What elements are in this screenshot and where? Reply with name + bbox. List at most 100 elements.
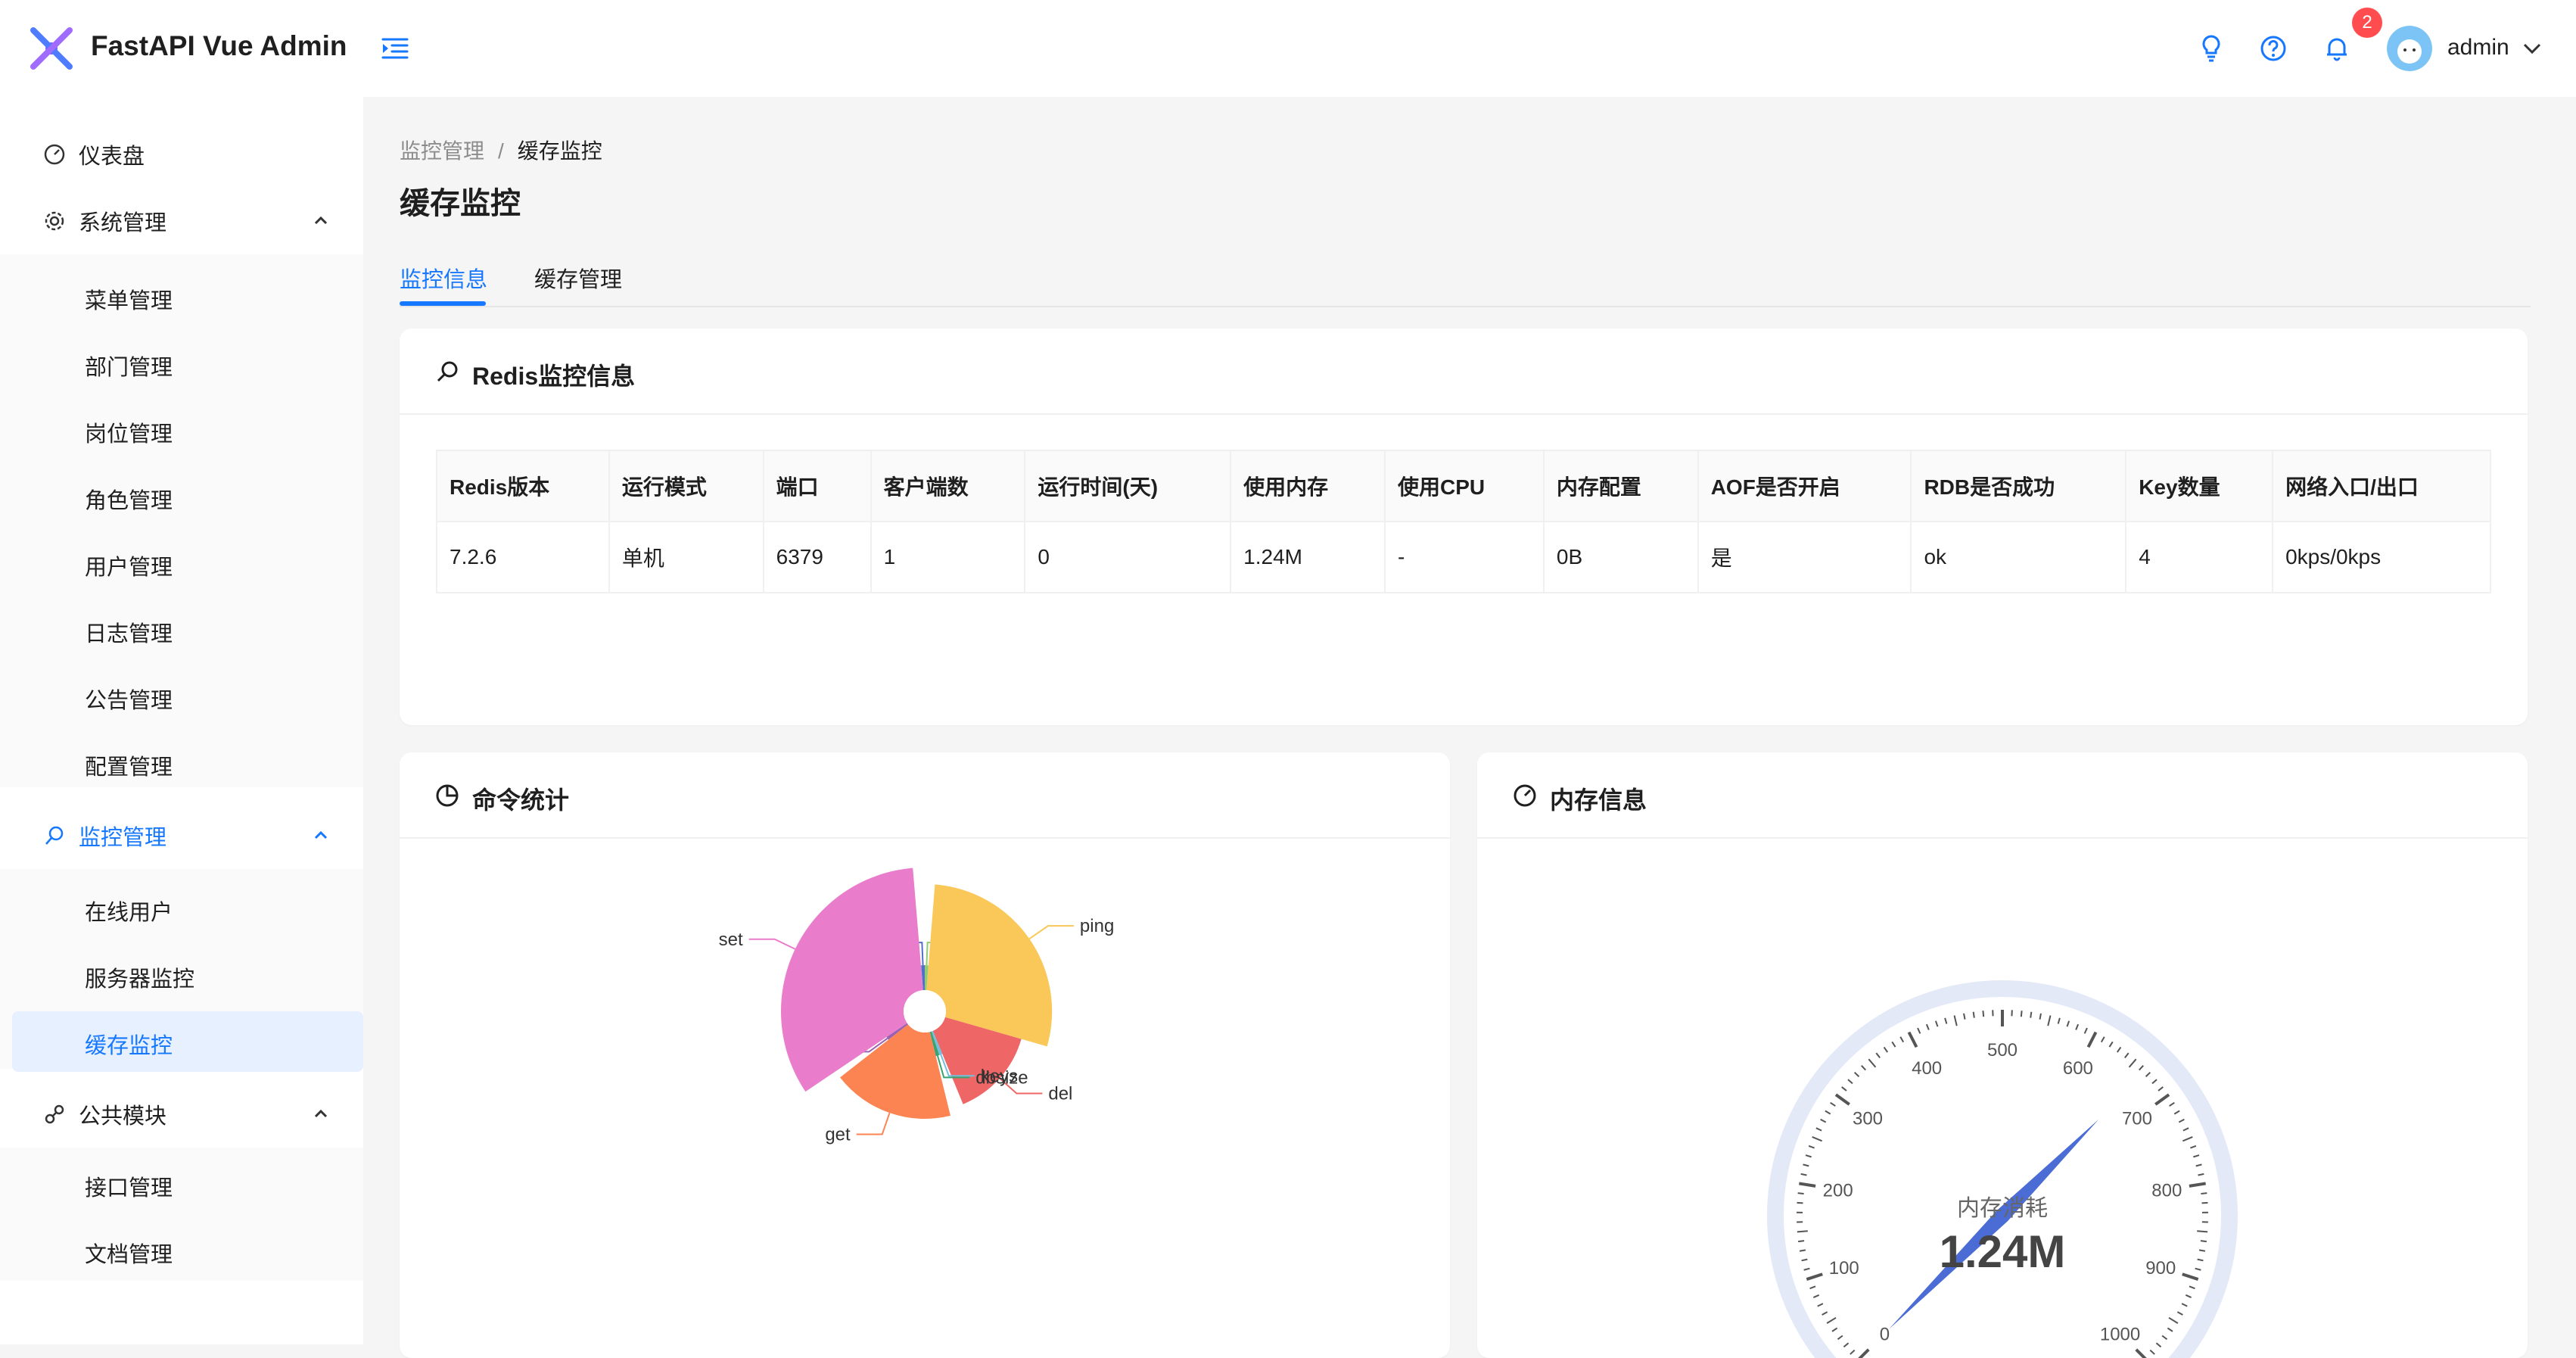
sidebar-item-notice[interactable]: 公告管理: [12, 666, 363, 727]
table-header-cell: 端口: [764, 450, 871, 522]
sidebar-item-label: 公告管理: [85, 683, 173, 715]
chevron-down-icon[interactable]: [2522, 38, 2543, 59]
gauge-tick: [1857, 1350, 1869, 1358]
top-header: FastAPI Vue Admin 2 admin: [0, 0, 2576, 97]
breadcrumb: 监控管理/缓存监控: [400, 135, 602, 165]
gauge-tick: [1813, 1295, 1818, 1297]
sidebar-item-dept[interactable]: 部门管理: [12, 333, 363, 394]
sidebar-item-api[interactable]: 接口管理: [12, 1154, 363, 1214]
chevron-up-icon: [312, 1105, 330, 1123]
table-header-cell: Redis版本: [437, 450, 609, 522]
gauge-tick: [2179, 1120, 2184, 1123]
gauge-tick: [1868, 1059, 1875, 1067]
rose-label-set: set: [719, 930, 743, 950]
gauge-tick: [2162, 1336, 2167, 1340]
gauge-tick: [2189, 1183, 2206, 1185]
breadcrumb-parent[interactable]: 监控管理: [400, 139, 484, 163]
gauge-tick: [2167, 1328, 2173, 1331]
sidebar-item-label: 公共模块: [79, 1098, 166, 1130]
sidebar-item-role[interactable]: 角色管理: [12, 466, 363, 527]
sidebar-item-server-monitor[interactable]: 服务器监控: [12, 945, 363, 1005]
app-logo-icon: [27, 24, 76, 73]
gauge-tick: [1964, 1014, 1965, 1020]
gauge-tick: [1862, 1066, 1865, 1070]
table-header-cell: 运行模式: [609, 450, 764, 522]
gauge-tick: [2182, 1303, 2187, 1307]
memory-gauge: 01002003004005006007008009001000内存消耗1.24…: [1477, 837, 2528, 1358]
tab-monitor-info[interactable]: 监控信息: [400, 262, 487, 294]
sidebar-item-user[interactable]: 用户管理: [12, 533, 363, 593]
gauge-tick: [2109, 1042, 2112, 1047]
sidebar-item-common[interactable]: 公共模块: [12, 1081, 363, 1148]
gauge-tick: [2158, 1087, 2163, 1091]
gauge-tick: [1850, 1350, 1855, 1354]
app-title: FastAPI Vue Admin: [91, 30, 347, 62]
gauge-tick: [1848, 1079, 1853, 1083]
gauge-tick: [1831, 1103, 1836, 1106]
sidebar-item-menu[interactable]: 菜单管理: [12, 266, 363, 327]
gauge-tick: [2198, 1260, 2204, 1261]
gauge-tick-label: 700: [2122, 1109, 2152, 1129]
gauge-tick: [1818, 1303, 1823, 1307]
breadcrumb-current: 缓存监控: [518, 139, 602, 163]
gauge-tick: [2199, 1250, 2205, 1251]
table-header-cell: AOF是否开启: [1698, 450, 1912, 522]
gauge-tick: [2136, 1350, 2148, 1358]
table-row: 7.2.6 单机 6379 1 0 1.24M - 0B 是 ok 4 0kps…: [437, 522, 2490, 593]
gauge-tick: [2174, 1111, 2179, 1114]
dashboard-icon: [1512, 783, 1538, 808]
rose-label-ping: ping: [1080, 916, 1114, 936]
gauge-tick: [2102, 1037, 2105, 1042]
gauge-tick: [2155, 1095, 2169, 1104]
gauge-tick: [1797, 1203, 1803, 1204]
sidebar-item-system[interactable]: 系统管理: [12, 188, 363, 254]
gauge-tick: [1842, 1087, 1846, 1091]
sidebar-item-online-users[interactable]: 在线用户: [12, 878, 363, 939]
avatar[interactable]: [2387, 26, 2432, 71]
tab-ink-bar: [400, 301, 486, 306]
tab-cache-manage[interactable]: 缓存管理: [534, 262, 622, 294]
gauge-tick: [1797, 1231, 1808, 1232]
table-cell: 单机: [609, 522, 764, 593]
sidebar-item-post[interactable]: 岗位管理: [12, 400, 363, 460]
table-cell: 0kps/0kps: [2273, 522, 2490, 593]
sidebar-item-config[interactable]: 配置管理: [12, 733, 363, 793]
gauge-tick: [2048, 1016, 2050, 1026]
gauge-tick: [2085, 1028, 2087, 1033]
table-header-cell: 使用内存: [1230, 450, 1385, 522]
gauge-tick-label: 800: [2151, 1181, 2182, 1201]
rose-label-dbsize: dbsize: [975, 1067, 1028, 1088]
page-title: 缓存监控: [400, 179, 521, 223]
sidebar-item-label: 服务器监控: [85, 961, 194, 993]
table-header-row: Redis版本 运行模式 端口 客户端数 运行时间(天) 使用内存 使用CPU …: [437, 450, 2490, 522]
gauge-tick: [1884, 1047, 1888, 1052]
gauge-tick: [2130, 1059, 2136, 1067]
bell-icon[interactable]: [2320, 32, 2354, 65]
help-icon[interactable]: [2257, 32, 2290, 65]
bulb-icon[interactable]: [2195, 32, 2228, 65]
sidebar-item-log[interactable]: 日志管理: [12, 600, 363, 660]
gauge-tick: [2125, 1053, 2129, 1057]
redis-info-card: Redis监控信息 Redis版本 运行模式 端口 客户端数 运行时间(天) 使…: [400, 329, 2528, 725]
sidebar-item-monitor[interactable]: 监控管理: [12, 802, 363, 869]
gauge-tick: [2058, 1018, 2060, 1024]
table-cell: 4: [2126, 522, 2273, 593]
menu-collapse-icon[interactable]: [380, 33, 410, 64]
gauge-tick: [1821, 1120, 1826, 1123]
gauge-tick: [1812, 1137, 1822, 1141]
gauge-tick: [1855, 1073, 1859, 1077]
gauge-tick: [2182, 1137, 2192, 1141]
gauge-tick: [2170, 1103, 2175, 1106]
gauge-tick: [1798, 1193, 1804, 1194]
rose-label-get: get: [825, 1125, 851, 1145]
table-cell: 是: [1698, 522, 1912, 593]
sidebar-item-docs[interactable]: 文档管理: [12, 1220, 363, 1281]
gauge-tick: [1892, 1042, 1895, 1047]
table-header-cell: Key数量: [2126, 450, 2273, 522]
sidebar-item-dashboard[interactable]: 仪表盘: [12, 121, 363, 188]
chevron-up-icon: [312, 212, 330, 230]
sidebar-item-cache-monitor[interactable]: 缓存监控: [12, 1011, 363, 1072]
gauge-tick-label: 300: [1853, 1109, 1883, 1129]
user-name[interactable]: admin: [2447, 35, 2509, 61]
gauge-tick: [1955, 1016, 1957, 1026]
